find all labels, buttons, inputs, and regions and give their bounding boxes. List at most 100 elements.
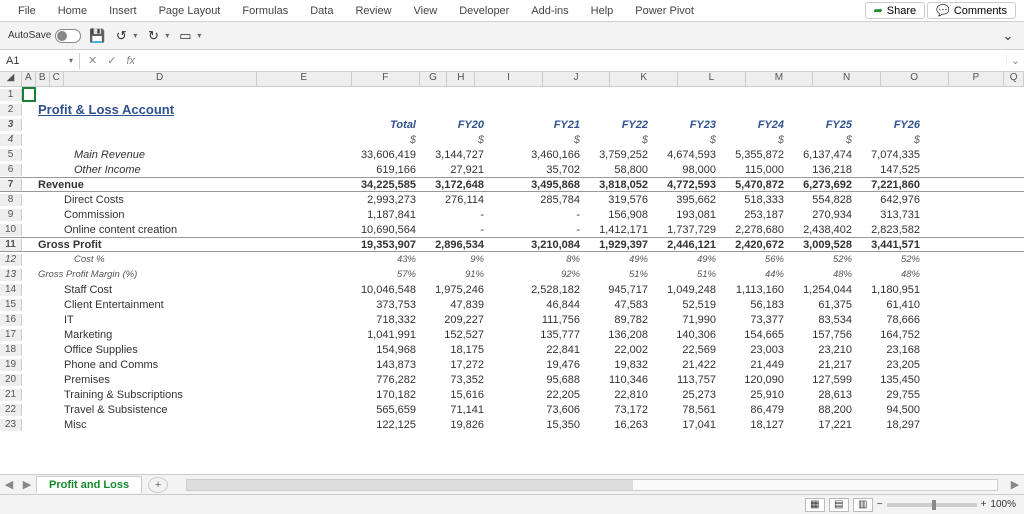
col-header[interactable]: O (881, 72, 949, 86)
cell[interactable]: 48% (858, 269, 926, 280)
cell[interactable]: 78,561 (654, 404, 722, 416)
col-header[interactable]: P (949, 72, 1005, 86)
cell[interactable]: 21,217 (790, 359, 858, 371)
row-header[interactable]: 21 (0, 389, 22, 401)
cell[interactable]: 29,755 (858, 389, 926, 401)
row-header[interactable]: 8 (0, 194, 22, 206)
cell[interactable]: 5,470,872 (722, 179, 790, 191)
comments-button[interactable]: 💬Comments (927, 2, 1016, 19)
row-header[interactable]: 17 (0, 329, 22, 341)
formula-input[interactable] (143, 59, 1006, 63)
cell[interactable]: 1,180,951 (858, 284, 926, 296)
cell[interactable]: 120,090 (722, 374, 790, 386)
cell[interactable]: 2,278,680 (722, 224, 790, 236)
cell[interactable]: 1,929,397 (586, 239, 654, 251)
table-row[interactable]: 2Profit & Loss Account (0, 102, 1024, 117)
formula-bar-expand-icon[interactable]: ⌄ (1006, 54, 1024, 67)
cell[interactable]: 52,519 (654, 299, 722, 311)
table-row[interactable]: 23Misc122,12519,82615,35016,26317,04118,… (0, 417, 1024, 432)
row-header[interactable]: 19 (0, 359, 22, 371)
col-header[interactable]: C (50, 72, 64, 86)
cell[interactable]: 7,074,335 (858, 149, 926, 161)
zoom-level[interactable]: 100% (990, 499, 1016, 510)
row-header[interactable]: 16 (0, 314, 22, 326)
col-header[interactable]: Q (1004, 72, 1024, 86)
table-row[interactable]: 7Revenue34,225,5853,172,6483,495,8683,81… (0, 177, 1024, 192)
col-header[interactable]: F (352, 72, 420, 86)
cell[interactable]: 2,528,182 (518, 284, 586, 296)
cell[interactable]: 16,263 (586, 419, 654, 431)
cell[interactable]: 2,438,402 (790, 224, 858, 236)
cell[interactable]: 92% (518, 269, 586, 280)
sheet-nav-prev[interactable]: ◀ (0, 478, 18, 491)
cell[interactable]: 7,221,860 (858, 179, 926, 191)
cell[interactable]: 319,576 (586, 194, 654, 206)
col-header[interactable]: D (64, 72, 257, 86)
tab-addins[interactable]: Add-ins (521, 4, 578, 17)
row-header[interactable]: 23 (0, 419, 22, 431)
cell[interactable]: 373,753 (326, 299, 422, 311)
tab-review[interactable]: Review (345, 4, 401, 17)
cell[interactable]: 17,272 (422, 359, 490, 371)
cell[interactable]: 86,479 (722, 404, 790, 416)
col-header[interactable]: E (257, 72, 352, 86)
cell[interactable]: 135,450 (858, 374, 926, 386)
cell[interactable]: 3,009,528 (790, 239, 858, 251)
normal-view-icon[interactable]: ▦ (805, 498, 825, 512)
cell[interactable]: 1,737,729 (654, 224, 722, 236)
row-header[interactable]: 18 (0, 344, 22, 356)
add-sheet-button[interactable]: + (148, 477, 168, 493)
cell[interactable]: 83,534 (790, 314, 858, 326)
table-row[interactable]: 8Direct Costs2,993,273276,114285,784319,… (0, 192, 1024, 207)
cell[interactable]: 270,934 (790, 209, 858, 221)
cell[interactable]: 110,346 (586, 374, 654, 386)
cell[interactable]: 73,352 (422, 374, 490, 386)
row-header[interactable]: 6 (0, 164, 22, 176)
horizontal-scrollbar[interactable] (186, 479, 998, 491)
tab-formulas[interactable]: Formulas (232, 4, 298, 17)
row-header[interactable]: 10 (0, 224, 22, 236)
cell[interactable]: 73,377 (722, 314, 790, 326)
zoom-in-icon[interactable]: + (981, 499, 987, 510)
row-header[interactable]: 11 (0, 239, 22, 251)
cell[interactable]: 19,832 (586, 359, 654, 371)
table-row[interactable]: 10Online content creation10,690,564--1,4… (0, 222, 1024, 237)
row-header[interactable]: 4 (0, 134, 22, 146)
row-header[interactable]: 13 (0, 269, 22, 281)
cell[interactable]: 2,993,273 (326, 194, 422, 206)
cell[interactable]: 51% (586, 269, 654, 280)
cell[interactable]: 95,688 (518, 374, 586, 386)
cell[interactable]: 1,113,160 (722, 284, 790, 296)
cell[interactable]: 88,200 (790, 404, 858, 416)
row-header[interactable]: 20 (0, 374, 22, 386)
cell[interactable]: 143,873 (326, 359, 422, 371)
cell[interactable]: 22,205 (518, 389, 586, 401)
zoom-slider[interactable] (887, 503, 977, 507)
cell[interactable]: - (422, 224, 490, 236)
cell[interactable]: 52% (858, 254, 926, 265)
cell[interactable]: 15,616 (422, 389, 490, 401)
cell[interactable]: 253,187 (722, 209, 790, 221)
cell[interactable]: 46,844 (518, 299, 586, 311)
cell[interactable]: 23,210 (790, 344, 858, 356)
cell[interactable]: 147,525 (858, 164, 926, 176)
cell[interactable]: 33,606,419 (326, 149, 422, 161)
cell[interactable]: 19,476 (518, 359, 586, 371)
row-header[interactable]: 1 (0, 89, 22, 101)
cell[interactable]: 19,826 (422, 419, 490, 431)
cell[interactable]: 15,350 (518, 419, 586, 431)
cell[interactable]: 718,332 (326, 314, 422, 326)
fx-icon[interactable]: fx (126, 55, 135, 67)
cell[interactable]: 51% (654, 269, 722, 280)
cell[interactable]: 18,175 (422, 344, 490, 356)
cell[interactable]: 71,990 (654, 314, 722, 326)
cell[interactable]: 2,823,582 (858, 224, 926, 236)
cell[interactable]: 776,282 (326, 374, 422, 386)
row-header[interactable]: 7 (0, 179, 22, 191)
page-layout-view-icon[interactable]: ▤ (829, 498, 849, 512)
tab-data[interactable]: Data (300, 4, 343, 17)
cell[interactable]: 18,127 (722, 419, 790, 431)
cell[interactable]: 25,910 (722, 389, 790, 401)
cell[interactable]: 122,125 (326, 419, 422, 431)
cell[interactable]: 3,144,727 (422, 149, 490, 161)
